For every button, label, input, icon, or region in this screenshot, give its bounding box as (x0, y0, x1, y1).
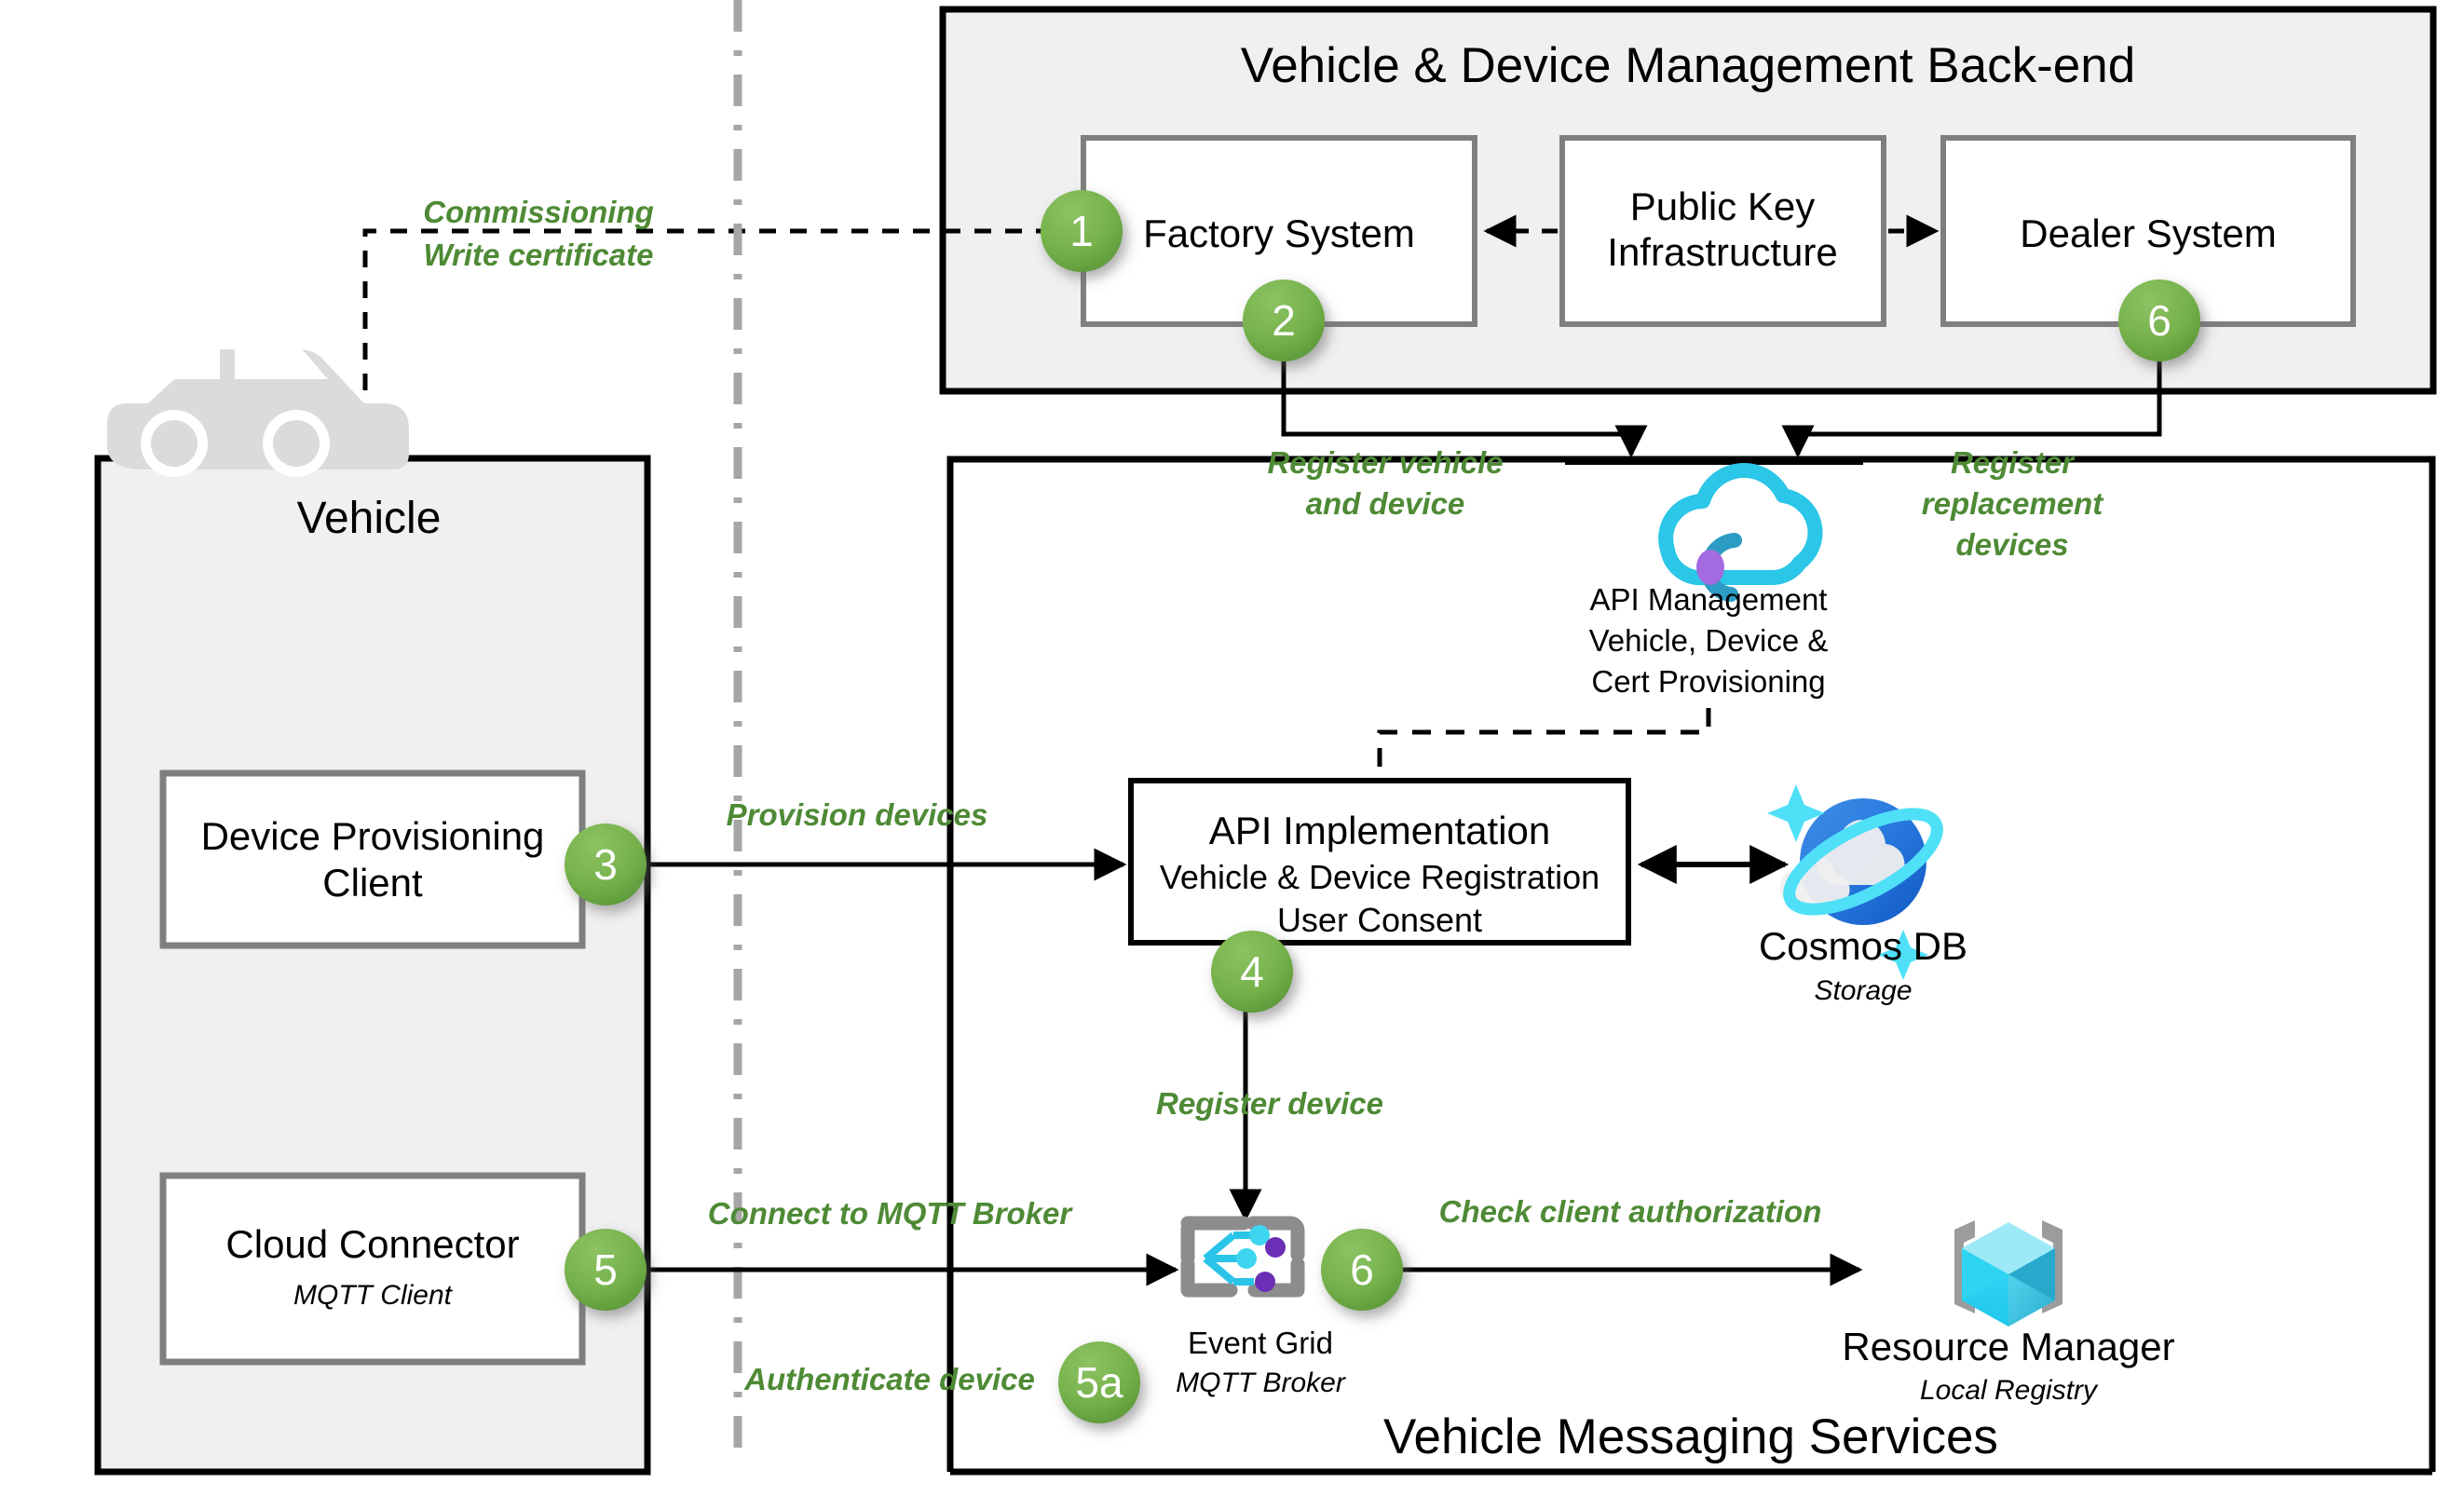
badge-1[interactable]: 1 (1041, 190, 1123, 272)
cloud-connector-label-line1: Cloud Connector (225, 1222, 519, 1266)
resource-manager-label-line2: Local Registry (1920, 1375, 2099, 1406)
event-grid-icon (1180, 1216, 1305, 1298)
label-register-replacement-line1: Register (1951, 445, 2076, 480)
dps-client-label-line1: Device Provisioning (201, 814, 545, 858)
cosmos-db-label-line2: Storage (1814, 975, 1912, 1006)
cloud-connector-box[interactable] (159, 1172, 586, 1366)
badge-3[interactable]: 3 (565, 823, 647, 905)
architecture-diagram: Vehicle & Device Management Back-end Fac… (0, 0, 2464, 1497)
badge-6-dealer-label: 6 (2147, 296, 2171, 345)
label-connect-to-mqtt-broker: Connect to MQTT Broker (708, 1196, 1074, 1231)
label-provision-devices: Provision devices (727, 797, 988, 832)
badge-4-label: 4 (1240, 947, 1264, 996)
pki-label-line2: Infrastructure (1607, 230, 1837, 274)
api-implementation-line3: User Consent (1277, 901, 1482, 939)
backend-panel-title: Vehicle & Device Management Back-end (1241, 38, 2135, 93)
api-management-cloud-icon (1658, 463, 1823, 602)
label-check-client-authorization: Check client authorization (1439, 1194, 1822, 1229)
badge-2-label: 2 (1272, 296, 1296, 345)
event-grid-label-line1: Event Grid (1188, 1326, 1333, 1360)
label-register-vehicle-line1: Register vehicle (1267, 445, 1503, 480)
badge-1-label: 1 (1069, 207, 1094, 255)
api-management-label-line2: Vehicle, Device & (1589, 623, 1829, 658)
device-provisioning-client-box[interactable] (159, 769, 586, 949)
connector-api-management-to-api-implementation (1377, 708, 1711, 781)
label-authenticate-device: Authenticate device (743, 1362, 1035, 1396)
label-register-replacement-line2: replacement (1922, 486, 2104, 521)
event-grid-label-line2: MQTT Broker (1176, 1368, 1346, 1398)
resource-manager-label-line1: Resource Manager (1842, 1325, 2174, 1368)
badge-6-eventgrid-label: 6 (1350, 1245, 1374, 1294)
resource-manager-cube-icon (1954, 1220, 2062, 1327)
label-register-vehicle-line2: and device (1306, 486, 1465, 521)
badge-5a-label: 5a (1075, 1358, 1123, 1407)
vehicle-panel-title: Vehicle (297, 494, 442, 543)
badge-5-label: 5 (593, 1245, 618, 1294)
label-commissioning-line1: Commissioning (423, 195, 654, 229)
cloud-connector-label-line2: MQTT Client (293, 1280, 454, 1311)
badge-4[interactable]: 4 (1211, 931, 1293, 1013)
label-commissioning-line2: Write certificate (424, 238, 654, 272)
label-register-device: Register device (1156, 1086, 1383, 1121)
badge-2[interactable]: 2 (1243, 279, 1325, 361)
messaging-panel-title: Vehicle Messaging Services (1383, 1409, 1998, 1464)
api-management-label-line3: Cert Provisioning (1591, 664, 1825, 699)
api-implementation-line2: Vehicle & Device Registration (1160, 858, 1600, 896)
badge-3-label: 3 (593, 840, 618, 889)
badge-6-eventgrid[interactable]: 6 (1321, 1229, 1403, 1311)
api-implementation-line1: API Implementation (1209, 809, 1551, 852)
api-management-label-line1: API Management (1590, 582, 1828, 617)
factory-system-label: Factory System (1143, 211, 1415, 255)
badge-5[interactable]: 5 (565, 1229, 647, 1311)
badge-6-dealer[interactable]: 6 (2118, 279, 2200, 361)
badge-5a[interactable]: 5a (1058, 1341, 1140, 1423)
dps-client-label-line2: Client (322, 861, 423, 905)
label-register-replacement-line3: devices (1955, 527, 2068, 562)
cosmos-db-label-line1: Cosmos DB (1759, 924, 1967, 968)
dealer-system-label: Dealer System (2020, 211, 2276, 255)
pki-label-line1: Public Key (1630, 184, 1815, 228)
